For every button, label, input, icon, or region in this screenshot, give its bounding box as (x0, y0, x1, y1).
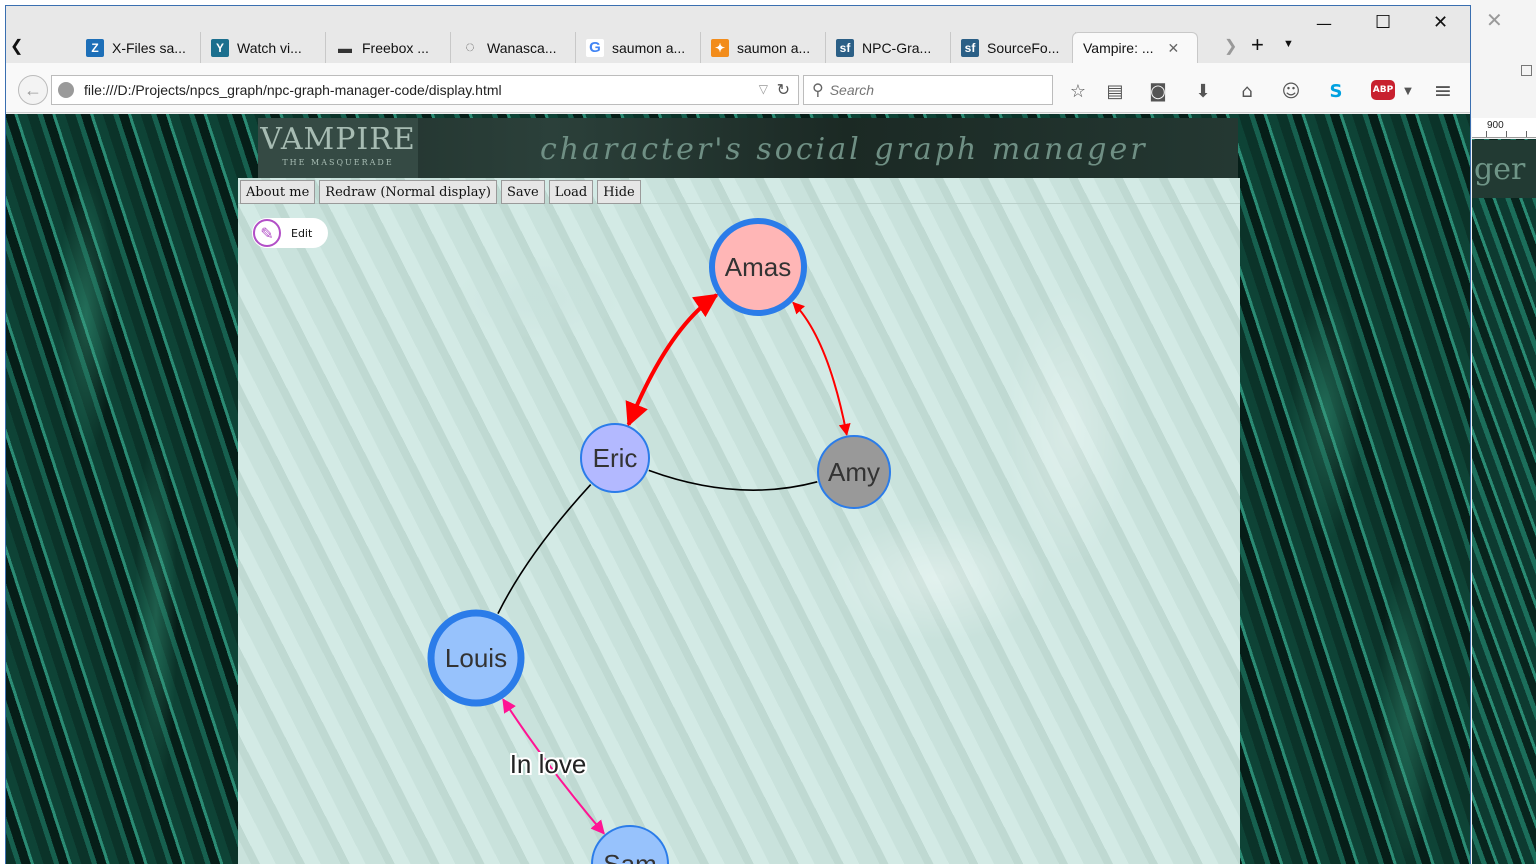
close-tab-icon[interactable]: ✕ (1168, 40, 1180, 57)
marmiton-icon: ✦ (711, 38, 729, 57)
node-amy[interactable]: Amy (817, 435, 891, 509)
adblock-plus-icon[interactable]: ABP (1371, 80, 1395, 100)
edge-eric-amy[interactable] (648, 469, 818, 491)
ruler-mark: 900 (1487, 120, 1504, 131)
site-banner: VAMPIRE THE MASQUERADE character's socia… (258, 118, 1238, 178)
tab-8[interactable]: Vampire: ... ✕ (1072, 32, 1198, 63)
background-ruler: 900 (1472, 118, 1536, 138)
banner-title: character's social graph manager (540, 132, 1148, 167)
load-button[interactable]: Load (548, 180, 594, 204)
navigation-bar: ← file:///D:/Projects/npcs_graph/npc-gra… (6, 63, 1470, 113)
chat-bubble-icon: ◌ (465, 38, 475, 56)
tab-label: X-Files sa... (112, 39, 186, 56)
edge-amas-amy[interactable] (792, 301, 851, 436)
edge-eric-louis[interactable] (497, 484, 592, 614)
tab-2[interactable]: ▬ Freebox ... (326, 32, 451, 63)
pencil-icon: ✎ (253, 219, 281, 247)
tab-scroll-right-icon[interactable]: ❯ (1224, 36, 1237, 56)
edge-amas-eric[interactable] (625, 293, 719, 427)
node-louis[interactable]: Louis (427, 609, 525, 707)
new-tab-plus-icon[interactable]: + (1251, 32, 1264, 58)
nodes-layer: Amas Eric Amy Louis Sam (427, 218, 891, 864)
search-bar[interactable]: ⚲ (803, 75, 1053, 105)
close-window-icon[interactable]: ✕ (1433, 12, 1448, 33)
bookmarks-list-icon[interactable]: ▤ (1104, 80, 1126, 102)
tab-3[interactable]: ◌ Wanasca... (451, 32, 576, 63)
background-window-close-icon[interactable]: ✕ (1486, 8, 1503, 32)
tab-scroll-left-icon[interactable]: ❮ (10, 36, 23, 56)
search-input[interactable] (829, 82, 1030, 98)
sourceforge-icon: sf (961, 38, 979, 57)
node-eric[interactable]: Eric (580, 423, 650, 493)
google-icon: G (586, 38, 604, 57)
skype-icon[interactable]: S (1325, 80, 1347, 102)
url-bar[interactable]: file:///D:/Projects/npcs_graph/npc-graph… (51, 75, 799, 105)
chat-smiley-icon[interactable]: ☺ (1280, 80, 1302, 102)
tab-label: NPC-Gra... (862, 39, 932, 56)
background-page (1472, 139, 1536, 864)
browser-window: ❮ Z X-Files sa... Y Watch vi... ▬ Freebox ...… (5, 5, 1471, 864)
background-window-restore-icon[interactable] (1521, 65, 1532, 76)
url-history-dropdown-icon[interactable]: ▽ (759, 82, 768, 96)
edit-button[interactable]: ✎ Edit (252, 218, 328, 248)
tab-label: saumon a... (737, 39, 811, 56)
node-label: Amas (725, 252, 791, 282)
tab-0[interactable]: Z X-Files sa... (76, 32, 201, 63)
freebox-icon: ▬ (338, 39, 352, 56)
tab-list-chevron-down-icon[interactable]: ▼ (1283, 38, 1294, 50)
hamburger-menu-icon[interactable]: ≡ (1432, 79, 1454, 104)
edges-layer: In love (497, 293, 851, 835)
hide-button[interactable]: Hide (597, 180, 641, 204)
home-icon[interactable]: ⌂ (1236, 80, 1258, 102)
tab-6[interactable]: sf NPC-Gra... (826, 32, 951, 63)
logo-subtitle: THE MASQUERADE (282, 158, 394, 167)
page-viewport: VAMPIRE THE MASQUERADE character's socia… (6, 114, 1470, 864)
tab-7[interactable]: sf SourceFo... (951, 32, 1076, 63)
tab-label: Wanasca... (487, 39, 557, 56)
back-arrow-icon[interactable]: ← (18, 75, 48, 105)
edge-label: In love (510, 749, 587, 779)
node-label: Eric (593, 443, 638, 473)
pocket-icon[interactable]: ◙ (1147, 80, 1169, 102)
adblock-dropdown-chevron-icon[interactable]: ▼ (1397, 80, 1419, 102)
maximize-icon[interactable]: ☐ (1375, 12, 1391, 33)
tab-label: Freebox ... (362, 39, 429, 56)
node-amas[interactable]: Amas (709, 218, 807, 316)
edit-label: Edit (291, 226, 313, 240)
minimize-icon[interactable]: — (1316, 14, 1332, 33)
tab-5[interactable]: ✦ saumon a... (701, 32, 826, 63)
node-label: Sam (603, 849, 656, 864)
save-button[interactable]: Save (500, 180, 545, 204)
tab-label: saumon a... (612, 39, 686, 56)
tab-label: SourceFo... (987, 39, 1060, 56)
graph-menu: About me Redraw (Normal display) Save Lo… (238, 178, 1240, 204)
tab-bar: ❮ Z X-Files sa... Y Watch vi... ▬ Freebox ...… (6, 6, 1470, 63)
reload-icon[interactable]: ↻ (777, 80, 790, 100)
sourceforge-icon: sf (836, 38, 854, 57)
search-icon: ⚲ (812, 82, 824, 99)
zotero-icon: Z (86, 38, 104, 57)
about-me-button[interactable]: About me (240, 180, 316, 204)
social-graph[interactable]: In love Amas Eric Amy Louis Sam (238, 178, 1240, 864)
background-banner: ger (1472, 140, 1536, 198)
downloads-arrow-icon[interactable]: ⬇ (1192, 80, 1214, 102)
node-label: Amy (828, 457, 880, 487)
logo-title: VAMPIRE (260, 122, 416, 157)
redraw-button[interactable]: Redraw (Normal display) (319, 180, 497, 204)
tab-1[interactable]: Y Watch vi... (201, 32, 326, 63)
globe-icon (58, 82, 74, 98)
bookmark-star-icon[interactable]: ☆ (1067, 80, 1089, 102)
url-text[interactable]: file:///D:/Projects/npcs_graph/npc-graph… (84, 82, 502, 98)
yify-icon: Y (211, 38, 229, 57)
tab-label: Vampire: ... (1083, 40, 1154, 56)
node-label: Louis (445, 643, 507, 673)
graph-panel: In love Amas Eric Amy Louis Sam About me Red… (238, 178, 1240, 864)
vampire-logo: VAMPIRE THE MASQUERADE (258, 118, 418, 178)
tab-label: Watch vi... (237, 39, 302, 56)
tab-4[interactable]: Gsaumon a... (576, 32, 701, 63)
